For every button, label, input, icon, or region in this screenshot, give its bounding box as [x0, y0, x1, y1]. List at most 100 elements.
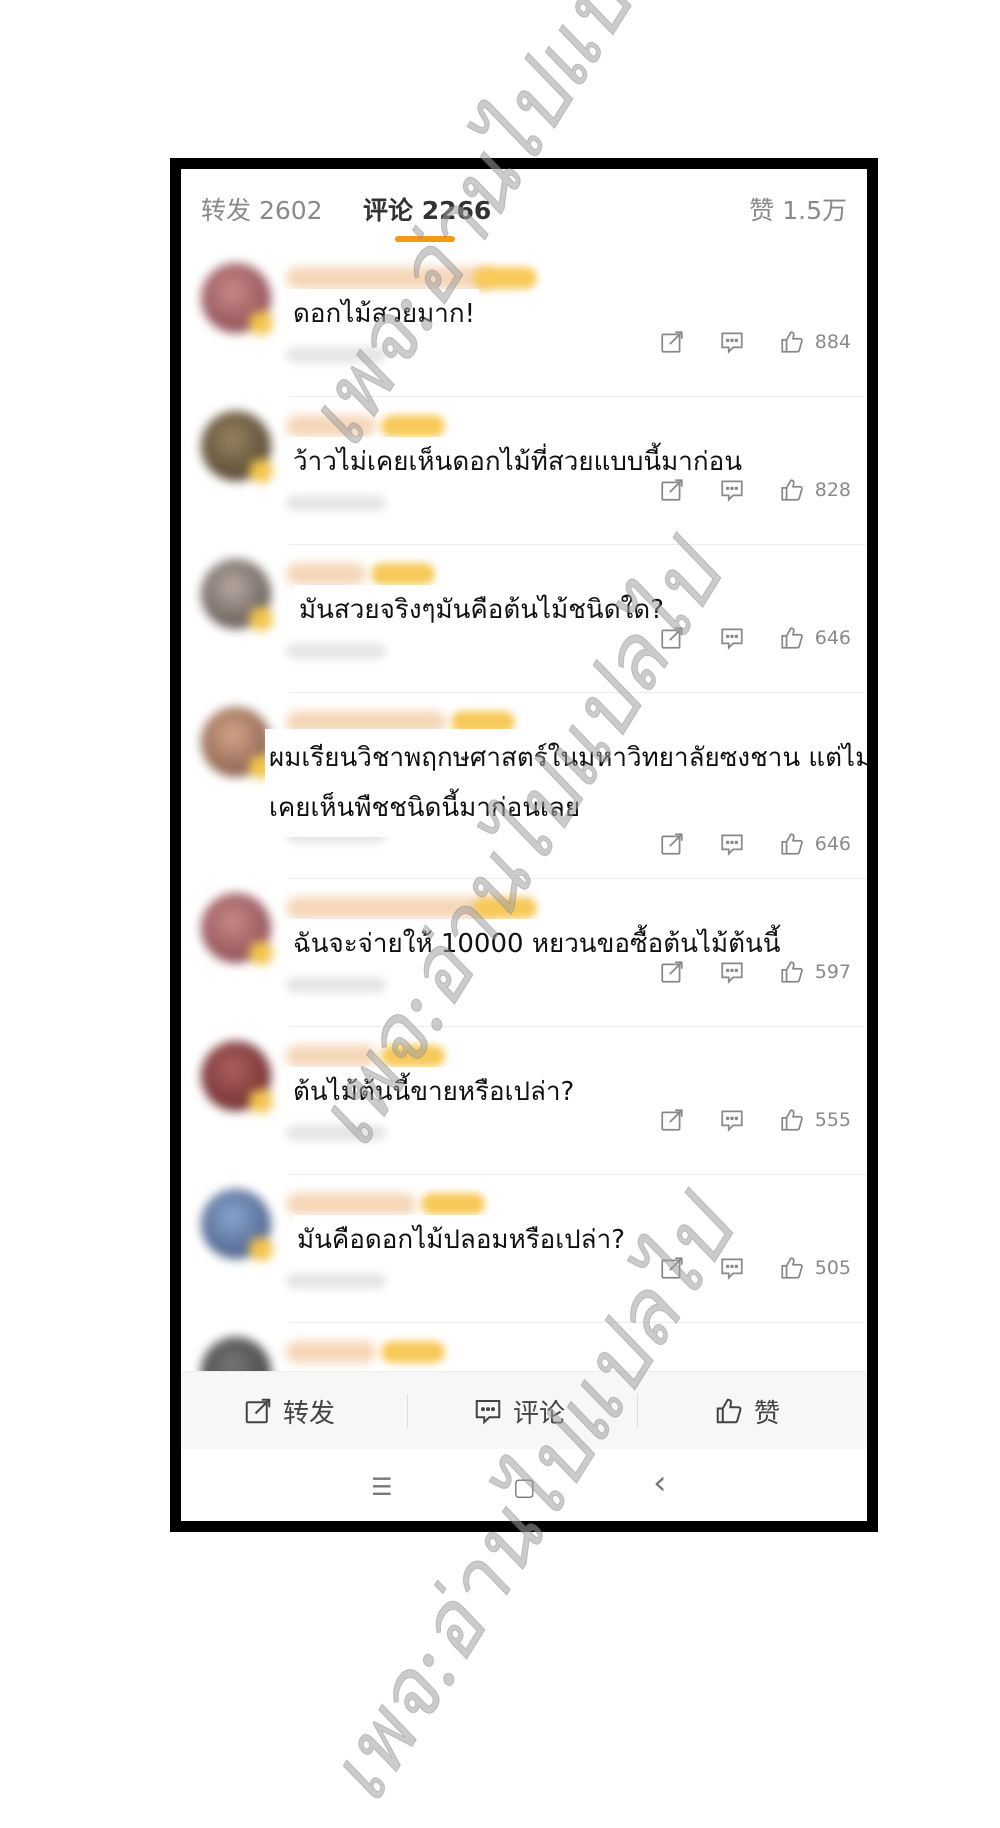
username[interactable]: [286, 1045, 376, 1067]
comment-time: [286, 1125, 386, 1141]
thumbs-up-icon: [781, 331, 803, 353]
like-button[interactable]: 884: [779, 329, 851, 355]
comment-actions: 884: [659, 327, 851, 357]
comment-actions: 505: [659, 1253, 851, 1283]
reply-button[interactable]: [719, 477, 745, 503]
username[interactable]: [286, 1341, 376, 1363]
comment-time: [286, 347, 386, 363]
phone-frame: 转发 2602 评论 2266 赞 1.5万 ดอกไม้สวยมาก! 884: [170, 158, 878, 1532]
like-count: 555: [814, 1109, 851, 1131]
username[interactable]: [286, 897, 496, 919]
comment-time: [286, 977, 386, 993]
like-button[interactable]: 505: [779, 1255, 851, 1281]
user-badge: [381, 1341, 445, 1363]
avatar[interactable]: [201, 263, 273, 335]
comment-item: มันคือดอกไม้ปลอมหรือเปล่า? 505: [181, 1175, 867, 1323]
reply-button[interactable]: [719, 1107, 745, 1133]
username[interactable]: [286, 415, 376, 437]
comment-list[interactable]: ดอกไม้สวยมาก! 884 ว้าวไม่เคยเห็นดอกไม้ที…: [181, 249, 867, 1371]
comment-icon: [475, 1400, 501, 1425]
share-button[interactable]: [659, 959, 685, 985]
divider: [637, 1394, 638, 1428]
share-icon: [661, 1257, 683, 1279]
comment-actions: 646: [659, 829, 851, 859]
comment-icon: [721, 628, 743, 650]
share-button[interactable]: [659, 329, 685, 355]
comment-actions: 597: [659, 957, 851, 987]
comment-text: ดอกไม้สวยมาก!: [289, 289, 480, 338]
tab-likes[interactable]: 赞 1.5万: [749, 191, 847, 227]
comment-actions: 828: [659, 475, 851, 505]
avatar[interactable]: [201, 411, 273, 483]
comment-actions: 555: [659, 1105, 851, 1135]
avatar[interactable]: [201, 559, 273, 631]
comment-icon: [721, 480, 743, 502]
like-button[interactable]: 646: [779, 625, 851, 651]
avatar[interactable]: [201, 893, 273, 965]
like-count: 646: [814, 627, 851, 649]
menu-nav-button[interactable]: ☰: [371, 1473, 393, 1501]
avatar[interactable]: [201, 1337, 271, 1371]
tab-comments[interactable]: 评论 2266: [363, 191, 491, 227]
comment-actions: 646: [659, 623, 851, 653]
share-icon: [661, 479, 683, 501]
share-button[interactable]: [659, 1107, 685, 1133]
share-button[interactable]: [659, 625, 685, 651]
avatar[interactable]: [201, 1041, 273, 1113]
comment-icon: [721, 1258, 743, 1280]
share-button[interactable]: [659, 831, 685, 857]
share-button[interactable]: [659, 1255, 685, 1281]
share-icon: [661, 1109, 683, 1131]
user-badge: [473, 897, 537, 919]
comment-item: ดอกไม้สวยมาก! 884: [181, 249, 867, 397]
username[interactable]: [286, 1193, 416, 1215]
share-icon: [661, 961, 683, 983]
username[interactable]: [286, 563, 366, 585]
reply-button[interactable]: [719, 1255, 745, 1281]
reply-button[interactable]: [719, 959, 745, 985]
reply-button[interactable]: [719, 625, 745, 651]
share-button[interactable]: [659, 477, 685, 503]
share-icon: [661, 627, 683, 649]
home-nav-button[interactable]: ▢: [513, 1473, 536, 1501]
system-nav-bar: ☰ ▢ ‹: [181, 1449, 867, 1521]
avatar[interactable]: [201, 707, 273, 779]
tab-bar: 转发 2602 评论 2266 赞 1.5万: [181, 169, 867, 249]
like-count: 597: [814, 961, 851, 983]
comment-item: ผมเรียนวิชาพฤกษศาสตร์ในมหาวิทยาลัยซงชาน …: [181, 693, 867, 879]
thumbs-up-icon: [781, 833, 803, 855]
reply-button[interactable]: [719, 831, 745, 857]
repost-label: 转发: [283, 1398, 336, 1429]
thumbs-up-icon: [781, 479, 803, 501]
back-nav-button[interactable]: ‹: [653, 1463, 667, 1503]
user-badge: [473, 267, 537, 289]
comment-button[interactable]: 评论: [473, 1372, 565, 1450]
like-button[interactable]: 646: [779, 831, 851, 857]
like-button[interactable]: 597: [779, 959, 851, 985]
avatar[interactable]: [201, 1189, 273, 1261]
username[interactable]: [286, 267, 496, 289]
comment-label: 评论: [513, 1398, 566, 1429]
share-icon: [245, 1398, 271, 1424]
comment-icon: [721, 962, 743, 984]
bottom-action-bar: 转发 评论 赞: [181, 1371, 867, 1450]
tab-repost[interactable]: 转发 2602: [201, 191, 323, 227]
tab-comments-count: 2266: [421, 196, 492, 225]
comment-icon: [721, 834, 743, 856]
like-label: 赞: [754, 1398, 781, 1429]
like-button[interactable]: 赞: [714, 1372, 780, 1450]
comment-item: มันสวยจริงๆมันคือต้นไม้ชนิดใด? 646: [181, 545, 867, 693]
repost-button[interactable]: 转发: [243, 1372, 335, 1450]
comment-text: มันคือดอกไม้ปลอมหรือเปล่า?: [293, 1215, 630, 1264]
thumbs-up-icon: [716, 1398, 742, 1424]
divider: [407, 1394, 408, 1428]
user-badge: [381, 415, 445, 437]
like-button[interactable]: 828: [779, 477, 851, 503]
comment-time: [286, 1273, 386, 1289]
comment-icon: [721, 1110, 743, 1132]
comment-time: [286, 643, 386, 659]
like-button[interactable]: 555: [779, 1107, 851, 1133]
comment-item: ต้นไม้ต้นนี้ขายหรือเปล่า? 555: [181, 1027, 867, 1175]
comment-item: ฉันจะจ่ายให้ 10000 หยวนขอซื้อต้นไม้ต้นนี…: [181, 879, 867, 1027]
reply-button[interactable]: [719, 329, 745, 355]
